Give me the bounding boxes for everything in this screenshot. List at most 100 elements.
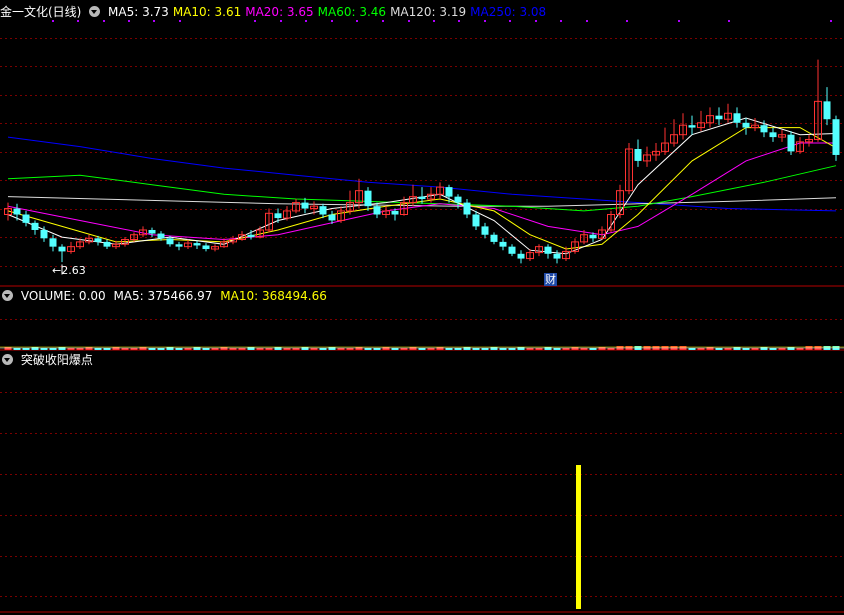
candle-body-down (553, 253, 561, 259)
candle-body-down (508, 246, 516, 254)
candle-body-down (22, 214, 30, 223)
signal-panel-header: 突破收阳爆点 (0, 352, 97, 368)
signal-dot (103, 20, 105, 22)
ma-indicator-label: MA60: 3.46 (317, 5, 387, 19)
candle-body-down (634, 149, 642, 161)
signal-dot (254, 20, 256, 22)
candle-body-down (823, 101, 831, 120)
signal-title: 突破收阳爆点 (20, 353, 93, 367)
volume-bar (166, 347, 174, 350)
stock-title: 金一文化(日线) (0, 5, 82, 19)
candle-body-down (319, 206, 327, 215)
volume-bar (733, 347, 741, 350)
low-price-label: ←2.63 (52, 264, 86, 277)
volume-bar (112, 347, 120, 350)
ma-indicator-list: MA5: 3.73 MA10: 3.61 MA20: 3.65 MA60: 3.46 M… (108, 5, 550, 19)
candle-body-down (445, 187, 453, 197)
volume-bar (598, 347, 606, 350)
candle-body-down (454, 196, 462, 203)
candle-body-down (463, 202, 471, 215)
volume-title: VOLUME: 0.00 (20, 289, 106, 303)
candle-body-down (328, 214, 336, 221)
candle-body-down (175, 244, 183, 247)
candle-body-down (13, 208, 21, 215)
volume-bar (139, 347, 147, 350)
signal-dot (280, 20, 282, 22)
signal-bar (576, 465, 581, 609)
signal-dropdown-icon[interactable] (2, 354, 13, 365)
volume-bar (274, 347, 282, 350)
signal-dot (179, 20, 181, 22)
volume-bar (193, 347, 201, 350)
signal-dot (128, 20, 130, 22)
volume-ma5: MA5: 375466.97 (113, 289, 213, 303)
indicator-dropdown-icon[interactable] (89, 6, 101, 17)
ma-indicator-label: MA120: 3.19 (390, 5, 467, 19)
volume-bar (301, 347, 309, 350)
candle-body-down (247, 234, 255, 238)
candle-body-down (103, 241, 111, 247)
candle-body-down (391, 210, 399, 215)
candle-body-down (49, 238, 57, 247)
candle-body-down (418, 196, 426, 200)
candle-body-down (31, 222, 39, 230)
volume-bar (517, 347, 525, 350)
volume-bar (85, 347, 93, 350)
candle-body-down (481, 226, 489, 235)
volume-dropdown-icon[interactable] (2, 290, 13, 301)
candle-body-down (364, 190, 372, 207)
candle-body-down (544, 246, 552, 254)
signal-dot (433, 20, 435, 22)
candle-body-down (589, 234, 597, 239)
candle-body-down (40, 229, 48, 239)
volume-bar (436, 347, 444, 350)
volume-bar (463, 347, 471, 350)
volume-bar (490, 347, 498, 350)
candle-body-down (373, 206, 381, 215)
volume-bar (31, 347, 39, 350)
candle-body-down (490, 234, 498, 242)
signal-dot (408, 20, 410, 22)
volume-bar (58, 347, 66, 350)
signal-dot (830, 20, 832, 22)
signal-dot (484, 20, 486, 22)
volume-bar (706, 347, 714, 350)
volume-bar (544, 347, 552, 350)
candle-body-down (94, 238, 102, 242)
candle-body-down (769, 132, 777, 138)
candle-body-down (688, 125, 696, 128)
main-panel-header: 金一文化(日线) MA5: 3.73 MA10: 3.61 MA20: 3.65 MA… (0, 4, 554, 20)
signal-dot (560, 20, 562, 22)
volume-bar (247, 347, 255, 350)
signal-dot (356, 20, 358, 22)
volume-bar (382, 347, 390, 350)
signal-dot (153, 20, 155, 22)
ma-indicator-label: MA20: 3.65 (245, 5, 314, 19)
volume-panel-header: VOLUME: 0.00 MA5: 375466.97 MA10: 368494… (0, 288, 331, 304)
signal-dot (586, 20, 588, 22)
signal-dot (52, 20, 54, 22)
candle-body-down (274, 213, 282, 219)
volume-bar (571, 347, 579, 350)
candle-body-down (193, 243, 201, 246)
signal-dot (626, 20, 628, 22)
signal-dot (77, 20, 79, 22)
candle-body-down (832, 119, 840, 155)
event-marker-cai[interactable]: 财 (544, 273, 557, 286)
signal-dot (382, 20, 384, 22)
candle-body-down (202, 245, 210, 250)
candle-body-down (733, 113, 741, 123)
volume-bar (355, 347, 363, 350)
volume-bar (760, 347, 768, 350)
ma-indicator-label: MA250: 3.08 (470, 5, 547, 19)
candle-body-down (148, 229, 156, 234)
candle-body-down (472, 214, 480, 227)
signal-dot (305, 20, 307, 22)
ma-indicator-label: MA5: 3.73 (108, 5, 169, 19)
volume-bar (409, 347, 417, 350)
volume-bar (328, 347, 336, 350)
candle-body-down (301, 202, 309, 209)
signal-dot (331, 20, 333, 22)
ma-indicator-label: MA10: 3.61 (172, 5, 242, 19)
candle-body-down (787, 134, 795, 152)
